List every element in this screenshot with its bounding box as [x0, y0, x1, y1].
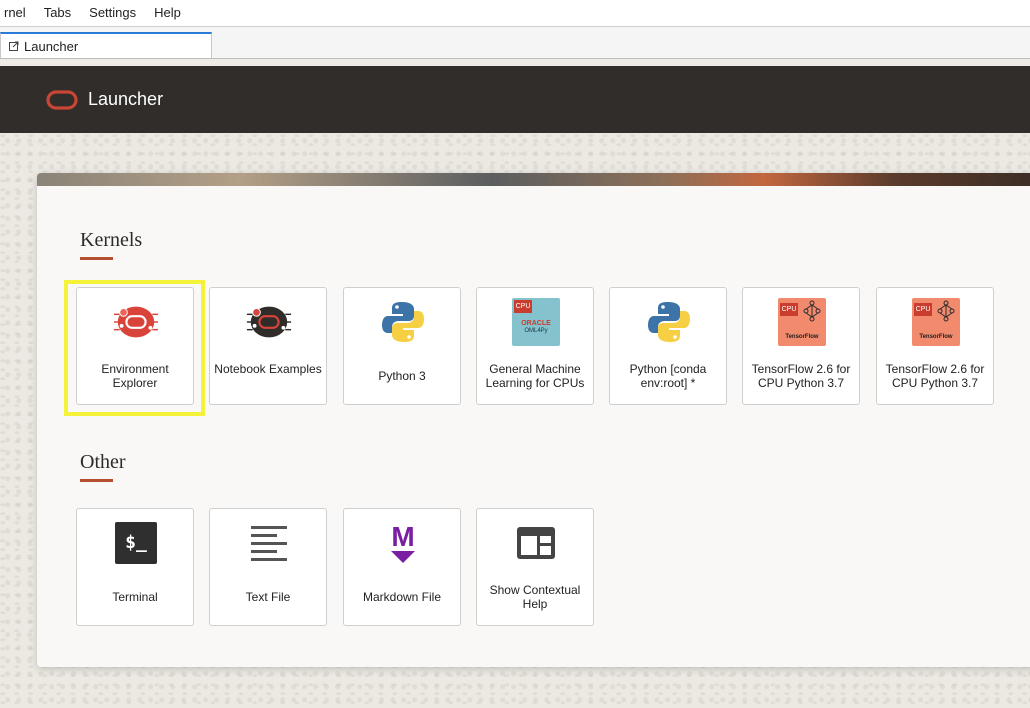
markdown-arrow-icon: [391, 551, 415, 563]
tile-label: Environment Explorer: [101, 362, 169, 390]
kernels-section-title: Kernels: [80, 229, 143, 251]
decorative-banner: [37, 173, 1030, 186]
tile-label: Markdown File: [362, 590, 442, 604]
menu-kernel[interactable]: rnel: [0, 0, 35, 26]
tensorflow-text: TensorFlow: [919, 334, 953, 340]
launcher-tab-icon: [9, 41, 19, 51]
menu-settings[interactable]: Settings: [80, 0, 145, 26]
kernel-tile-general-ml-cpus[interactable]: CPU ORACLE OML4Py General Machine Learni…: [476, 287, 594, 405]
tile-label: TensorFlow 2.6 for CPU Python 3.7: [751, 362, 851, 390]
tile-label: Python 3: [378, 369, 426, 383]
text-file-icon: [245, 519, 293, 567]
other-tile-text-file[interactable]: Text File: [209, 508, 327, 626]
other-tile-terminal[interactable]: $_ Terminal: [76, 508, 194, 626]
other-tile-contextual-help[interactable]: Show Contextual Help: [476, 508, 594, 626]
cpu-badge: CPU: [914, 303, 932, 316]
menu-tabs[interactable]: Tabs: [35, 0, 80, 26]
menu-bar: rnel Tabs Settings Help: [0, 0, 1030, 27]
tile-label: TensorFlow 2.6 for CPU Python 3.7: [885, 362, 985, 390]
network-graph-icon: [937, 300, 955, 322]
oracle-logo-icon: [46, 89, 78, 110]
tile-label: Terminal: [112, 590, 158, 604]
notebook-examples-icon: [245, 298, 293, 346]
kernel-tile-environment-explorer[interactable]: Environment Explorer: [76, 287, 194, 405]
other-section-title: Other: [80, 451, 126, 473]
terminal-glyph: $_: [115, 522, 157, 564]
oracle-brand-text: ORACLE: [521, 320, 551, 327]
tile-label: General Machine Learning for CPUs: [485, 362, 585, 390]
markdown-icon: M: [379, 519, 427, 567]
terminal-icon: $_: [112, 519, 160, 567]
tile-label: Text File: [245, 590, 291, 604]
kernel-tile-python-3[interactable]: Python 3: [343, 287, 461, 405]
kernel-tile-notebook-examples[interactable]: Notebook Examples: [209, 287, 327, 405]
tensorflow-text: TensorFlow: [785, 334, 819, 340]
other-title-underline: [80, 479, 113, 482]
tab-launcher[interactable]: Launcher: [0, 32, 212, 58]
network-graph-icon: [803, 300, 821, 322]
python-icon: [379, 298, 427, 346]
python-icon: [645, 298, 693, 346]
tile-label: Show Contextual Help: [489, 583, 581, 611]
oml4py-text: OML4Py: [524, 328, 548, 334]
tab-label: Launcher: [24, 38, 79, 54]
cpu-badge: CPU: [514, 300, 532, 313]
page-title: Launcher: [88, 89, 164, 109]
tensorflow-icon: CPU TensorFlow: [778, 298, 826, 346]
contextual-help-icon: [512, 519, 560, 567]
tensorflow-icon: CPU TensorFlow: [912, 298, 960, 346]
kernel-tile-tensorflow-2[interactable]: CPU TensorFlow TensorFlow 2.6 for CPU Py…: [876, 287, 994, 405]
other-tile-markdown-file[interactable]: M Markdown File: [343, 508, 461, 626]
kernels-title-underline: [80, 257, 113, 260]
tile-label: Notebook Examples: [214, 362, 322, 376]
oml4py-icon: CPU ORACLE OML4Py: [512, 298, 560, 346]
tab-bar: Launcher: [0, 27, 1030, 59]
launcher-header: Launcher: [0, 66, 1030, 133]
kernel-tile-tensorflow-1[interactable]: CPU TensorFlow TensorFlow 2.6 for CPU Py…: [742, 287, 860, 405]
markdown-glyph: M: [391, 521, 415, 552]
environment-explorer-icon: [112, 298, 160, 346]
kernel-tile-python-conda-root[interactable]: Python [conda env:root] *: [609, 287, 727, 405]
tile-label: Python [conda env:root] *: [629, 362, 707, 390]
menu-help[interactable]: Help: [145, 0, 190, 26]
launcher-panel: Kernels Environment Explorer Notebook Ex…: [37, 173, 1030, 667]
cpu-badge: CPU: [780, 303, 798, 316]
